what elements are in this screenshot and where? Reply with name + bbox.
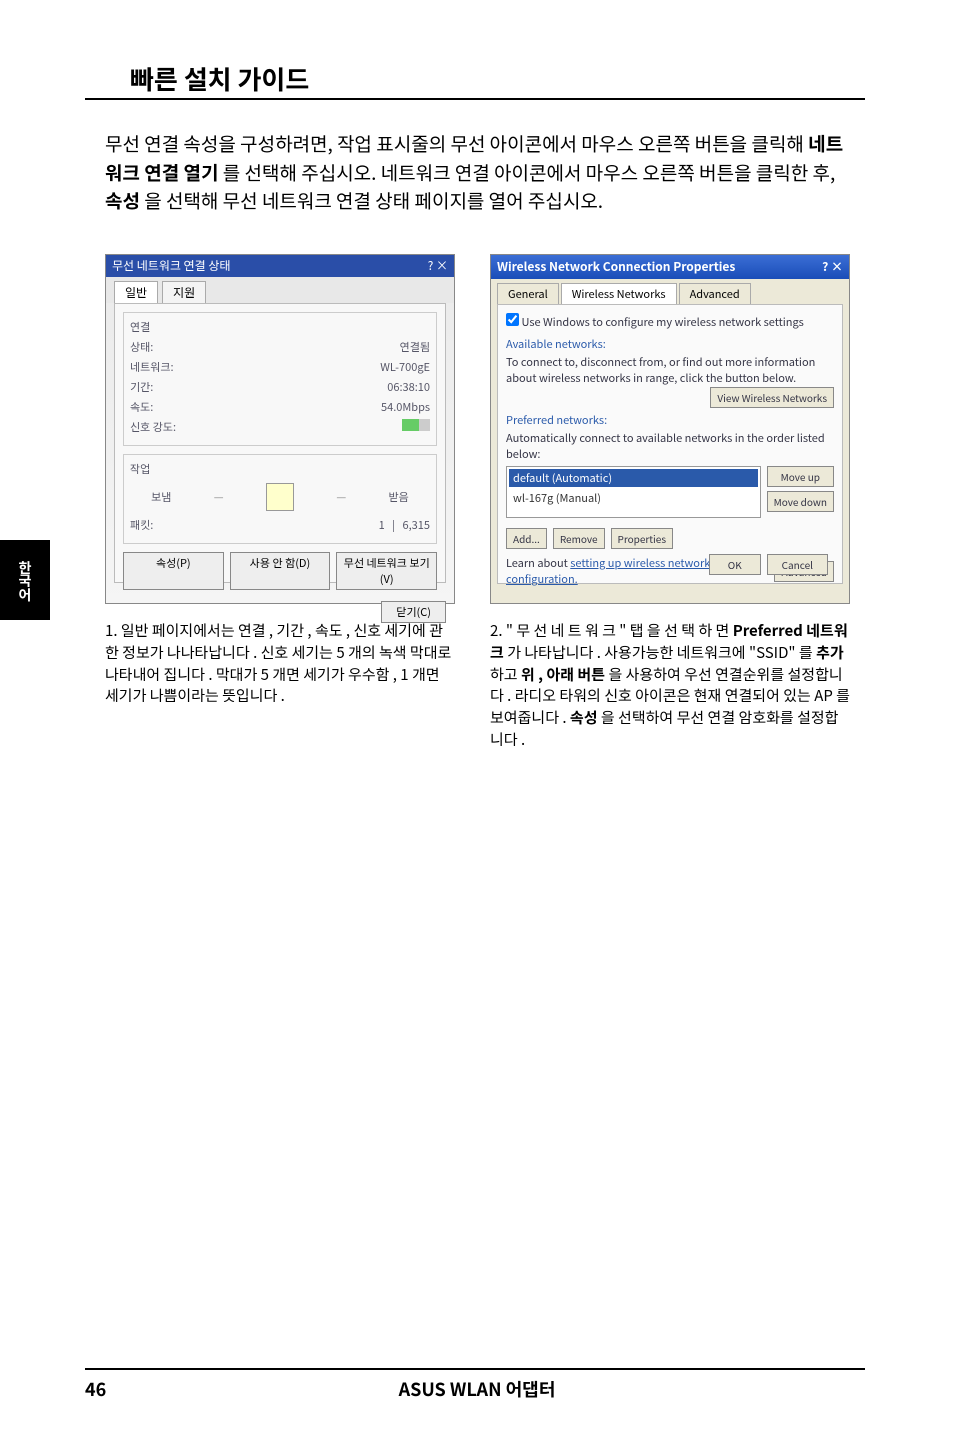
properties-button[interactable]: 속성(P): [123, 552, 224, 590]
packets-label: 패킷:: [130, 517, 153, 533]
network-label: 네트워크:: [130, 359, 174, 375]
dialog-tabs: 일반 지원: [106, 277, 454, 303]
dialog-tabs: General Wireless Networks Advanced: [491, 279, 849, 304]
status-value: 연결됨: [400, 339, 430, 355]
caption-left-text: 1. 일반 페이지에서는 연결 , 기간 , 속도 , 신호 세기에 관한 정보…: [105, 620, 451, 706]
tab-general[interactable]: 일반: [114, 281, 158, 303]
footer-text: ASUS WLAN 어댑터: [0, 1376, 954, 1402]
dialog-title: Wireless Network Connection Properties: [497, 258, 735, 276]
move-up-button[interactable]: Move up: [767, 466, 834, 487]
preferred-networks-text: Automatically connect to available netwo…: [506, 430, 834, 462]
language-tab: 한국어: [0, 540, 50, 620]
caption-right-1: 2. " 무 선 네 트 워 크 " 탭 을 선 택 하 면: [490, 620, 733, 641]
available-networks-text: To connect to, disconnect from, or find …: [506, 354, 834, 386]
duration-value: 06:38:10: [387, 379, 430, 395]
caption-left: 1. 일반 페이지에서는 연결 , 기간 , 속도 , 신호 세기에 관한 정보…: [105, 620, 455, 707]
caption-right-b4: 속성: [570, 707, 598, 728]
titlebar-buttons[interactable]: ? ×: [428, 257, 448, 275]
connection-label: 연결: [130, 319, 430, 335]
view-wireless-button[interactable]: View Wireless Networks: [710, 387, 834, 408]
activity-group: 작업 보냄 — — 받음 패킷:1 | 6,315: [123, 454, 437, 544]
body-paragraph: 무선 연결 속성을 구성하려면, 작업 표시줄의 무선 아이콘에서 마우스 오른…: [105, 130, 850, 216]
speed-label: 속도:: [130, 399, 153, 415]
title-underline: [85, 98, 865, 100]
caption-right-2: 가 나타납니다 . 사용가능한 네트워크에 "SSID" 를: [507, 642, 816, 663]
tab-support[interactable]: 지원: [162, 281, 206, 303]
add-button[interactable]: Add...: [506, 528, 547, 549]
view-networks-button[interactable]: 무선 네트워크 보기(V): [336, 552, 437, 590]
caption-right-3: 하고: [490, 664, 521, 685]
caption-right-b3: 위 , 아래 버튼: [521, 664, 605, 685]
tab-advanced[interactable]: Advanced: [679, 283, 751, 304]
available-networks-head: Available networks:: [506, 336, 834, 352]
titlebar-buttons[interactable]: ? ×: [822, 258, 843, 276]
signal-bars-icon: [402, 419, 430, 431]
body-text-bold-2: 속성: [105, 187, 140, 214]
caption-right: 2. " 무 선 네 트 워 크 " 탭 을 선 택 하 면 Preferred…: [490, 620, 850, 751]
list-item[interactable]: default (Automatic): [509, 469, 758, 487]
dialog-panel: Use Windows to configure my wireless net…: [497, 304, 843, 584]
list-item[interactable]: wl-167g (Manual): [509, 489, 758, 507]
ok-button[interactable]: OK: [709, 554, 761, 575]
body-text-1: 무선 연결 속성을 구성하려면, 작업 표시줄의 무선 아이콘에서 마우스 오른…: [105, 130, 808, 157]
use-windows-label: Use Windows to configure my wireless net…: [521, 314, 803, 330]
signal-label: 신호 강도:: [130, 419, 176, 435]
dialog-wireless-properties: Wireless Network Connection Properties ?…: [490, 254, 850, 604]
disable-button[interactable]: 사용 안 함(D): [230, 552, 331, 590]
use-windows-checkbox-input[interactable]: [506, 313, 519, 326]
caption-right-b2: 추가: [816, 642, 844, 663]
preferred-networks-head: Preferred networks:: [506, 412, 834, 428]
network-value: WL-700gE: [380, 359, 430, 375]
dialog-wireless-status: 무선 네트워크 연결 상태 ? × 일반 지원 연결 상태: 연결됨 네트워크: W…: [105, 254, 455, 604]
footer-line: [85, 1368, 865, 1370]
preferred-list[interactable]: default (Automatic) wl-167g (Manual): [506, 466, 761, 518]
connection-group: 연결 상태: 연결됨 네트워크: WL-700gE 기간: 06:38:10 속도: 5…: [123, 312, 437, 446]
remove-button[interactable]: Remove: [553, 528, 605, 549]
recv-value: 6,315: [403, 517, 430, 533]
status-label: 상태:: [130, 339, 153, 355]
dialog-title: 무선 네트워크 연결 상태: [112, 257, 230, 275]
body-text-3: 을 선택해 무선 네트워크 연결 상태 페이지를 열어 주십시오.: [144, 187, 603, 214]
speed-value: 54.0Mbps: [381, 399, 430, 415]
pc-icon: [266, 483, 294, 511]
dialog-panel: 연결 상태: 연결됨 네트워크: WL-700gE 기간: 06:38:10 속도: 5…: [114, 303, 446, 583]
tab-wireless-networks[interactable]: Wireless Networks: [561, 283, 677, 304]
sent-label: 보냄: [151, 489, 171, 505]
body-text-2: 를 선택해 주십시오. 네트워크 연결 아이콘에서 마우스 오른쪽 버튼을 클릭…: [223, 159, 836, 186]
page-title: 빠른 설치 가이드: [130, 60, 309, 97]
duration-label: 기간:: [130, 379, 153, 395]
activity-label: 작업: [130, 461, 430, 477]
move-down-button[interactable]: Move down: [767, 491, 834, 512]
learn-prefix: Learn about: [506, 555, 570, 571]
dialog-titlebar: Wireless Network Connection Properties ?…: [491, 255, 849, 279]
dialog-titlebar: 무선 네트워크 연결 상태 ? ×: [106, 255, 454, 277]
properties-button[interactable]: Properties: [611, 528, 674, 549]
sent-value: 1: [379, 517, 385, 533]
use-windows-checkbox[interactable]: Use Windows to configure my wireless net…: [506, 313, 834, 330]
recv-label: 받음: [389, 489, 409, 505]
cancel-button[interactable]: Cancel: [767, 554, 828, 575]
tab-general[interactable]: General: [497, 283, 559, 304]
